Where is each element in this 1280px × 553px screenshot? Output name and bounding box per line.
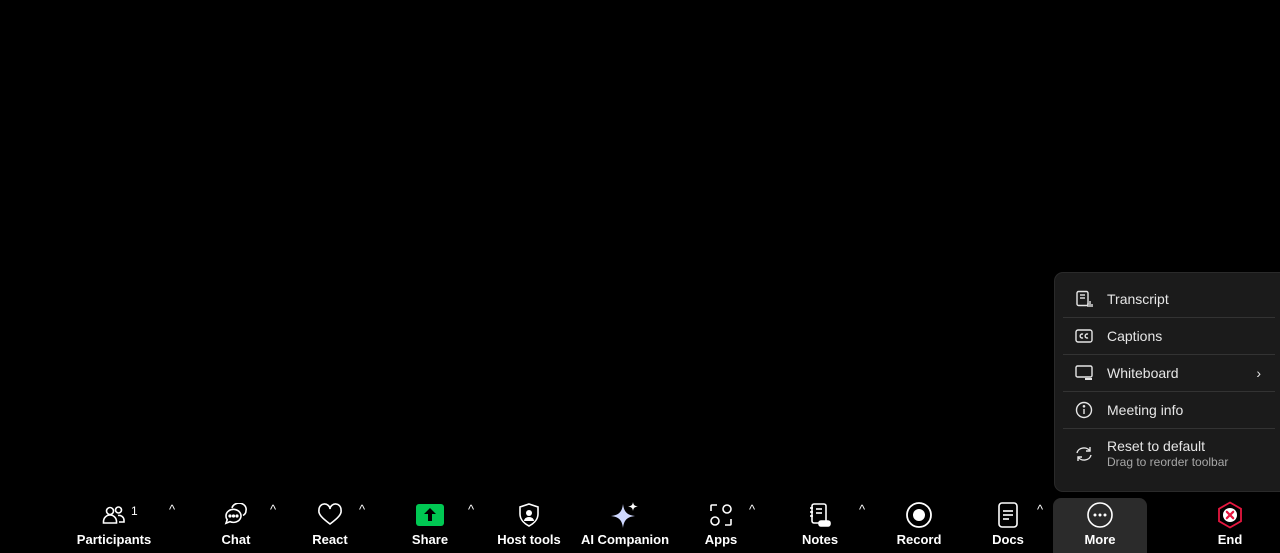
share-caret[interactable]: ^ [464,502,478,517]
docs-label: Docs [992,532,1024,547]
captions-icon [1073,325,1095,347]
end-icon [1216,498,1244,532]
sparkle-icon [610,498,640,532]
react-label: React [312,532,348,547]
menu-item-label: Captions [1107,328,1163,344]
menu-item-transcript[interactable]: Transcript [1063,281,1275,317]
docs-button[interactable]: Docs [988,496,1028,551]
share-label: Share [411,532,449,547]
participants-label: Participants [76,532,152,547]
reset-hint: Drag to reorder toolbar [1107,455,1229,469]
host-tools-label: Host tools [497,532,561,547]
ai-companion-button[interactable]: AI Companion [580,496,670,551]
notes-icon [808,498,832,532]
notes-label: Notes [801,532,839,547]
more-button[interactable]: More [1076,496,1124,551]
menu-divider [1063,428,1275,429]
react-button[interactable]: React [308,496,352,551]
participants-caret[interactable]: ^ [165,502,179,517]
apps-caret[interactable]: ^ [745,502,759,517]
chat-icon [223,498,249,532]
docs-caret[interactable]: ^ [1033,502,1047,517]
docs-icon [997,498,1019,532]
participants-button[interactable]: Participants [76,496,152,551]
host-tools-button[interactable]: Host tools [497,496,561,551]
record-label: Record [896,532,942,547]
meeting-toolbar: Participants 1 ^ Chat ^ React ^ Share ^ … [0,496,1280,553]
share-button[interactable]: Share [408,496,452,551]
menu-item-reset-to-default[interactable]: Reset to default Drag to reorder toolbar [1063,430,1275,478]
record-icon [905,498,933,532]
reset-icon [1073,443,1095,465]
chevron-right-icon: › [1256,365,1261,381]
info-icon [1073,399,1095,421]
menu-item-label: Meeting info [1107,402,1184,418]
menu-item-whiteboard[interactable]: Whiteboard › [1063,355,1275,391]
participants-icon [101,498,127,532]
end-button[interactable]: End [1210,496,1250,551]
record-button[interactable]: Record [894,496,944,551]
menu-item-label: Transcript [1107,291,1169,307]
more-label: More [1084,532,1116,547]
notes-button[interactable]: Notes [798,496,842,551]
reset-label: Reset to default [1107,438,1206,454]
more-menu: Transcript Captions Whiteboard › Meeting… [1055,273,1280,491]
end-label: End [1217,532,1243,547]
chat-caret[interactable]: ^ [266,502,280,517]
transcript-icon [1073,288,1095,310]
menu-item-label: Whiteboard [1107,365,1179,381]
menu-item-meeting-info[interactable]: Meeting info [1063,392,1275,428]
more-icon [1086,498,1114,532]
heart-icon [316,498,344,532]
shield-icon [517,498,541,532]
react-caret[interactable]: ^ [355,502,369,517]
chat-button[interactable]: Chat [215,496,257,551]
apps-icon [708,498,734,532]
share-icon [416,498,444,532]
notes-caret[interactable]: ^ [855,502,869,517]
apps-label: Apps [704,532,738,547]
participant-count: 1 [131,504,138,518]
apps-button[interactable]: Apps [700,496,742,551]
ai-companion-label: AI Companion [580,532,670,547]
whiteboard-icon [1073,362,1095,384]
menu-item-captions[interactable]: Captions [1063,318,1275,354]
chat-label: Chat [221,532,251,547]
